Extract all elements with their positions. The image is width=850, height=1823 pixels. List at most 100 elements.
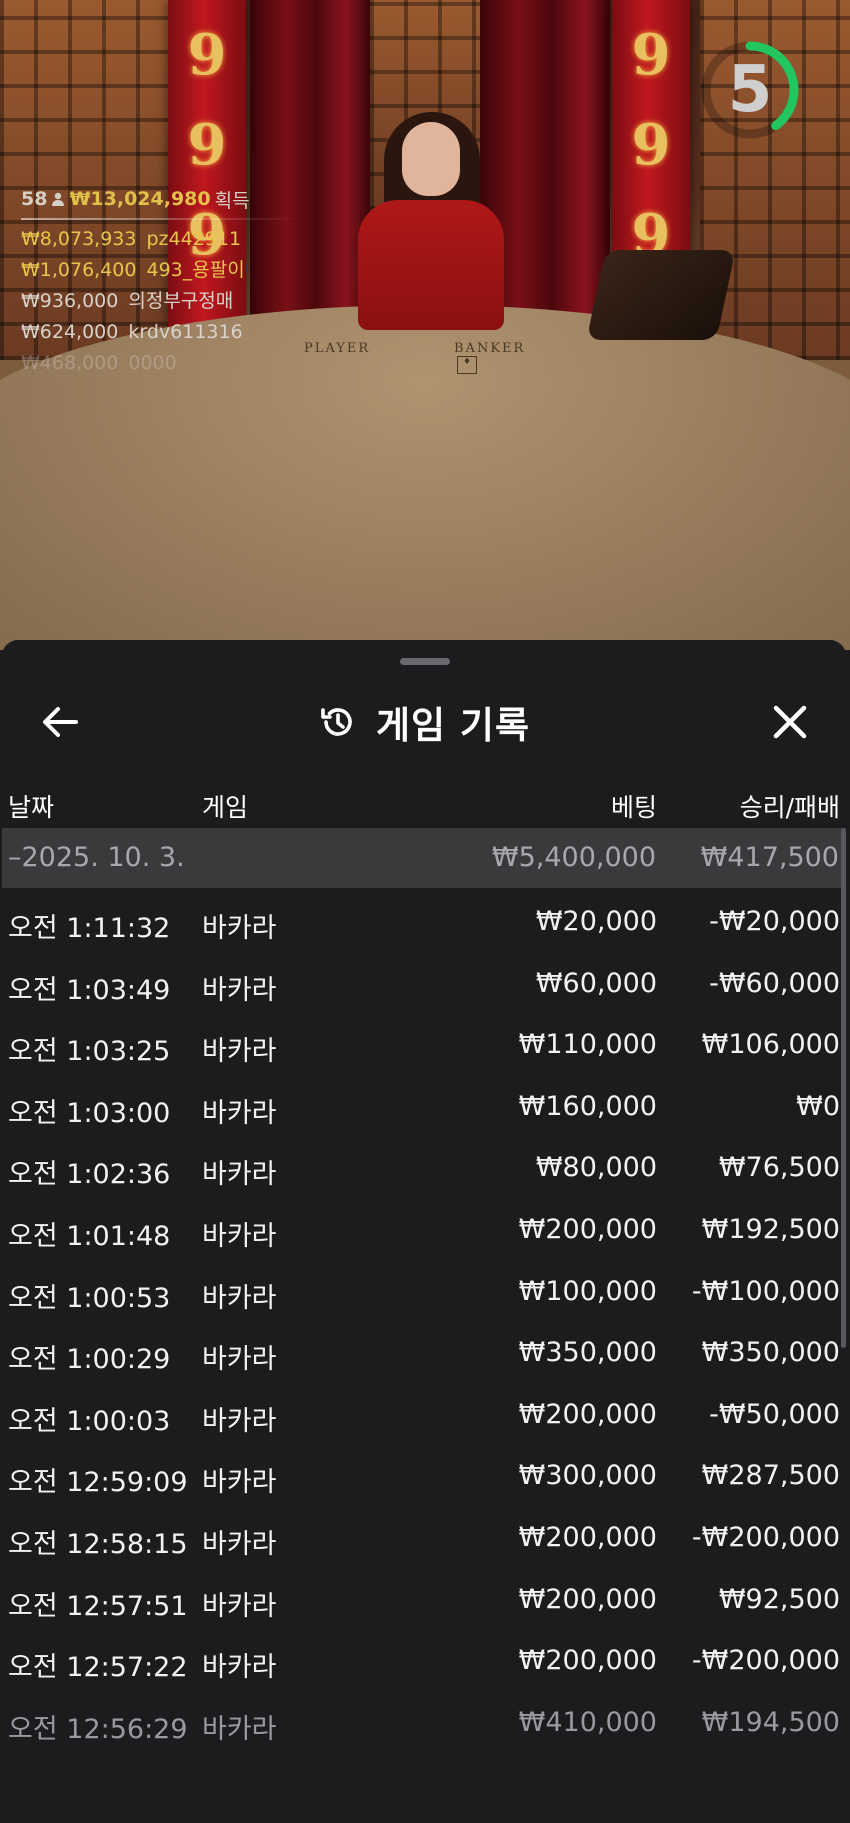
row-winloss: ₩192,500 <box>701 1213 840 1245</box>
table-label-banker: BANKER <box>454 341 526 356</box>
row-game: 바카라 <box>202 1159 277 1191</box>
leaderboard-row: ₩624,000 krdv611316 <box>21 317 281 348</box>
row-game: 바카라 <box>202 913 277 944</box>
winner-name: 의정부구정매 <box>128 290 234 312</box>
page-title: 게임 기록 <box>375 704 531 747</box>
table-row[interactable]: 오전 12:59:09 바카라 ₩300,000 ₩287,500 <box>2 1442 846 1504</box>
row-bet: ₩300,000 <box>518 1460 657 1492</box>
row-bet: ₩350,000 <box>518 1337 657 1369</box>
close-icon[interactable] <box>766 698 814 746</box>
dealer-body <box>358 200 504 330</box>
game-history-panel: 게임 기록 날짜 게임 베팅 승리/패배 –2025. 10. 3. ₩5,40… <box>2 640 846 1823</box>
row-game: 바카라 <box>202 1467 277 1499</box>
winner-amount: ₩1,076,400 <box>21 259 137 281</box>
row-time: 오전 1:03:49 <box>8 974 171 1006</box>
row-game: 바카라 <box>202 1652 277 1684</box>
total-winnings-suffix: 획득 <box>214 189 250 212</box>
table-row[interactable]: 오전 1:01:48 바카라 ₩200,000 ₩192,500 <box>2 1196 846 1258</box>
row-time: 오전 1:00:03 <box>8 1405 171 1437</box>
pillar-digit: 9 <box>631 22 671 88</box>
row-game: 바카라 <box>202 1528 277 1560</box>
card-shoe <box>586 250 736 340</box>
row-bet: ₩100,000 <box>518 1275 657 1307</box>
winner-name: 493_용팔이 <box>146 259 245 281</box>
row-winloss: ₩76,500 <box>718 1152 840 1184</box>
table-row[interactable]: 오전 1:03:49 바카라 ₩60,000 -₩60,000 <box>2 950 846 1012</box>
row-time: 오전 12:57:22 <box>8 1652 188 1684</box>
column-header-game: 게임 <box>202 793 249 822</box>
table-row[interactable]: 오전 1:00:03 바카라 ₩200,000 -₩50,000 <box>2 1381 846 1443</box>
pillar-digit: 9 <box>631 112 671 178</box>
column-header-bet: 베팅 <box>610 793 657 822</box>
row-time: 오전 1:02:36 <box>8 1159 171 1191</box>
row-time: 오전 12:58:15 <box>8 1528 188 1560</box>
table-label-player: PLAYER <box>304 341 371 356</box>
date-group-bet-total: ₩5,400,000 <box>491 842 656 873</box>
table-row[interactable]: 오전 1:00:29 바카라 ₩350,000 ₩350,000 <box>2 1319 846 1381</box>
row-winloss: -₩200,000 <box>691 1521 840 1553</box>
table-row[interactable]: 오전 1:02:36 바카라 ₩80,000 ₩76,500 <box>2 1134 846 1196</box>
card-slot: ♦ <box>457 356 477 374</box>
table-row[interactable]: 오전 1:00:53 바카라 ₩100,000 -₩100,000 <box>2 1258 846 1320</box>
back-arrow-icon[interactable] <box>36 700 84 744</box>
row-bet: ₩200,000 <box>518 1213 657 1245</box>
winner-amount: ₩624,000 <box>21 321 119 343</box>
winner-amount: ₩8,073,933 <box>21 228 137 250</box>
row-game: 바카라 <box>202 1405 277 1437</box>
table-row[interactable]: 오전 12:57:51 바카라 ₩200,000 ₩92,500 <box>2 1566 846 1628</box>
date-group-row[interactable]: –2025. 10. 3. ₩5,400,000 ₩417,500 <box>2 828 845 888</box>
row-time: 오전 12:57:51 <box>8 1590 188 1622</box>
row-time: 오전 1:03:00 <box>8 1097 171 1129</box>
player-count: 58 <box>21 188 48 210</box>
total-winnings: ₩13,024,980 <box>69 188 211 210</box>
table-row[interactable]: 오전 1:03:25 바카라 ₩110,000 ₩106,000 <box>2 1011 846 1073</box>
row-game: 바카라 <box>202 1713 277 1745</box>
row-game: 바카라 <box>202 1282 277 1314</box>
row-time: 오전 1:01:48 <box>8 1220 171 1252</box>
list-fade-overlay <box>2 1760 846 1823</box>
row-bet: ₩200,000 <box>518 1398 657 1430</box>
row-bet: ₩200,000 <box>518 1583 657 1615</box>
leaderboard-row: ₩1,076,400 493_용팔이 <box>21 255 281 286</box>
row-game: 바카라 <box>202 1097 277 1129</box>
date-group-label: –2025. 10. 3. <box>8 842 185 873</box>
table-row[interactable]: 오전 1:11:32 바카라 ₩20,000 -₩20,000 <box>2 888 846 950</box>
panel-header: 게임 기록 <box>2 682 846 762</box>
table-row[interactable]: 오전 12:56:29 바카라 ₩410,000 ₩194,500 <box>2 1689 846 1751</box>
row-winloss: -₩200,000 <box>691 1645 840 1677</box>
leaderboard-divider <box>21 218 301 220</box>
winner-name: pz442911 <box>146 228 242 250</box>
winners-leaderboard: 58 ₩13,024,980 획득 ₩8,073,933 pz442911 ₩1,… <box>21 186 301 379</box>
row-time: 오전 1:11:32 <box>8 913 171 944</box>
leaderboard-row: ₩8,073,933 pz442911 <box>21 224 281 255</box>
winner-name: 0000 <box>128 352 177 374</box>
leaderboard-header: 58 ₩13,024,980 획득 <box>21 186 281 212</box>
table-row[interactable]: 오전 1:03:00 바카라 ₩160,000 ₩0 <box>2 1073 846 1135</box>
scrollbar[interactable] <box>841 828 846 1348</box>
row-time: 오전 1:00:53 <box>8 1282 171 1314</box>
row-winloss: ₩0 <box>796 1090 840 1122</box>
table-row[interactable]: 오전 12:58:15 바카라 ₩200,000 -₩200,000 <box>2 1504 846 1566</box>
row-game: 바카라 <box>202 974 277 1006</box>
table-row[interactable]: 오전 12:57:22 바카라 ₩200,000 -₩200,000 <box>2 1627 846 1689</box>
row-time: 오전 12:56:29 <box>8 1713 188 1745</box>
row-winloss: ₩350,000 <box>701 1337 840 1369</box>
row-winloss: ₩106,000 <box>701 1029 840 1061</box>
row-bet: ₩20,000 <box>535 906 657 937</box>
pillar-digit: 9 <box>187 112 227 178</box>
table-header: 날짜 게임 베팅 승리/패배 <box>2 782 846 826</box>
row-game: 바카라 <box>202 1220 277 1252</box>
column-header-winloss: 승리/패배 <box>739 793 840 822</box>
pillar-digit: 9 <box>187 22 227 88</box>
row-winloss: -₩100,000 <box>691 1275 840 1307</box>
drag-handle[interactable] <box>400 658 450 665</box>
row-winloss: ₩287,500 <box>701 1460 840 1492</box>
row-game: 바카라 <box>202 1590 277 1622</box>
row-winloss: ₩92,500 <box>718 1583 840 1615</box>
row-bet: ₩60,000 <box>535 967 657 999</box>
row-winloss: -₩60,000 <box>709 967 840 999</box>
winner-name: krdv611316 <box>128 321 243 343</box>
row-time: 오전 1:00:29 <box>8 1344 171 1376</box>
row-winloss: ₩194,500 <box>701 1706 840 1738</box>
row-bet: ₩160,000 <box>518 1090 657 1122</box>
